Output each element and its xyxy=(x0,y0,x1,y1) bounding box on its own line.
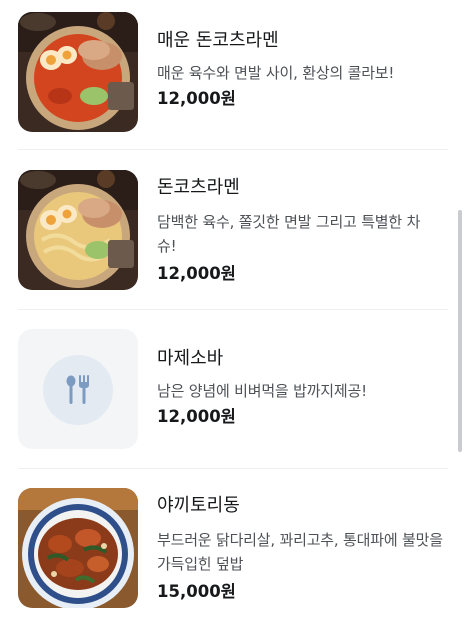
menu-item-name: 마제소바 xyxy=(157,348,224,369)
menu-item-spicy-tonkotsu-ramen[interactable]: 매운 돈코츠라멘 매운 육수와 면발 사이, 환상의 콜라보! 12,000원 xyxy=(18,12,448,132)
spicy-ramen-photo xyxy=(18,12,138,132)
utensils-placeholder-icon xyxy=(66,375,89,404)
divider xyxy=(18,468,448,469)
scrollbar[interactable] xyxy=(458,210,462,452)
tonkotsu-ramen-photo xyxy=(18,170,138,290)
menu-item-description: 담백한 육수, 쫄깃한 면발 그리고 특별한 차슈! xyxy=(157,213,421,255)
menu-item-price: 12,000원 xyxy=(157,264,236,283)
menu-item-name: 매운 돈코츠라멘 xyxy=(157,30,279,51)
menu-screen: 매운 돈코츠라멘 매운 육수와 면발 사이, 환상의 콜라보! 12,000원 xyxy=(0,0,466,621)
menu-item-description: 매운 육수와 면발 사이, 환상의 콜라보! xyxy=(157,64,395,82)
menu-item-image-placeholder xyxy=(18,329,138,449)
menu-item-mazesoba[interactable]: 마제소바 남은 양념에 비벼먹을 밥까지제공! 12,000원 xyxy=(18,329,448,449)
menu-item-info: 매운 돈코츠라멘 매운 육수와 면발 사이, 환상의 콜라보! 12,000원 xyxy=(157,12,447,111)
menu-item-price: 12,000원 xyxy=(157,89,236,108)
yakitori-don-photo xyxy=(18,488,138,608)
menu-item-name: 돈코츠라멘 xyxy=(157,177,240,198)
menu-item-info: 돈코츠라멘 담백한 육수, 쫄깃한 면발 그리고 특별한 차슈! 12,000원 xyxy=(157,170,447,286)
menu-item-tonkotsu-ramen[interactable]: 돈코츠라멘 담백한 육수, 쫄깃한 면발 그리고 특별한 차슈! 12,000원 xyxy=(18,170,448,290)
divider xyxy=(18,309,448,310)
menu-item-description: 남은 양념에 비벼먹을 밥까지제공! xyxy=(157,382,367,400)
menu-item-name: 야끼토리동 xyxy=(157,495,240,516)
menu-item-info: 야끼토리동 부드러운 닭다리살, 꽈리고추, 통대파에 불맛을 가득입힌 덮밥 … xyxy=(157,488,447,604)
menu-item-description: 부드러운 닭다리살, 꽈리고추, 통대파에 불맛을 가득입힌 덮밥 xyxy=(157,531,443,573)
menu-item-info: 마제소바 남은 양념에 비벼먹을 밥까지제공! 12,000원 xyxy=(157,329,447,429)
menu-item-yakitori-don[interactable]: 야끼토리동 부드러운 닭다리살, 꽈리고추, 통대파에 불맛을 가득입힌 덮밥 … xyxy=(18,488,448,608)
divider xyxy=(18,149,448,150)
menu-item-price: 12,000원 xyxy=(157,407,236,426)
menu-item-price: 15,000원 xyxy=(157,582,236,601)
